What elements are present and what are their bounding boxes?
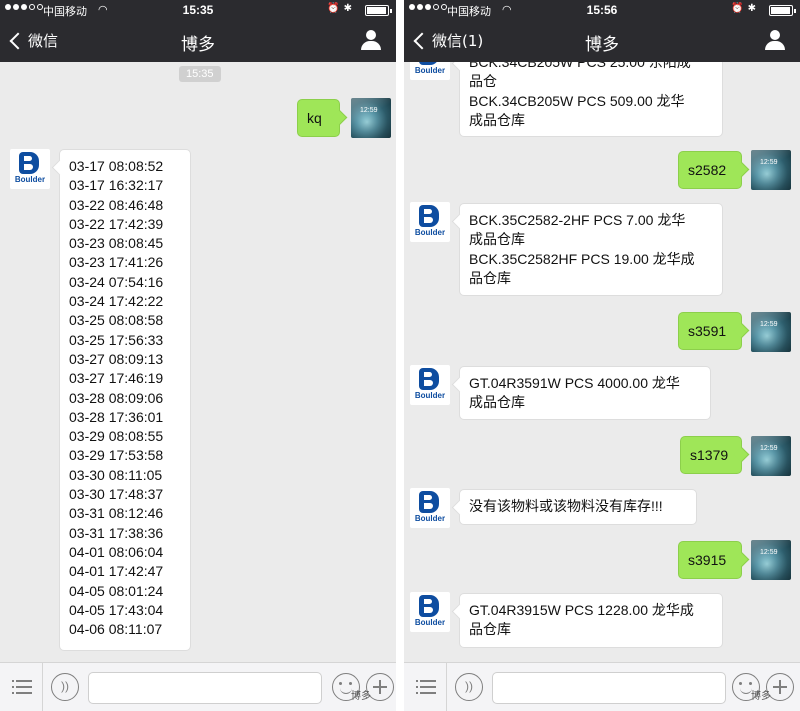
attendance-record: 03-27 17:46:19 — [69, 370, 164, 387]
message-input[interactable] — [88, 672, 322, 704]
bot-avatar[interactable]: Boulder — [410, 488, 450, 528]
received-bubble[interactable]: BCK.35C2582-2HF PCS 7.00 龙华 成品仓库 BCK.35C… — [459, 203, 723, 296]
contact-button[interactable] — [764, 29, 786, 51]
status-bar: 中国移动 ◠ 15:35 ⏰✱ — [0, 0, 396, 20]
my-avatar[interactable]: 12:59 — [751, 150, 791, 190]
alarm-bluetooth-icon: ⏰✱ — [731, 3, 760, 14]
attendance-record: 03-27 08:09:13 — [69, 350, 164, 367]
attendance-record: 03-23 08:08:45 — [69, 235, 164, 252]
menu-icon[interactable] — [416, 677, 438, 697]
my-avatar[interactable]: 12:59 — [351, 98, 391, 138]
contact-button[interactable] — [360, 29, 382, 51]
stock-line: 品仓库 — [469, 269, 511, 286]
boulder-logo-icon — [19, 152, 39, 174]
attendance-record: 03-25 17:56:33 — [69, 331, 164, 348]
attendance-record: 04-05 17:43:04 — [69, 601, 164, 618]
stock-line: BCK.35C2582HF PCS 19.00 龙华成 — [469, 250, 695, 267]
attendance-record: 03-24 17:42:22 — [69, 293, 164, 310]
stock-line: BCK.34CB205W PCS 509.00 龙华 — [469, 92, 685, 109]
attendance-record: 03-17 08:08:52 — [69, 158, 164, 174]
sent-bubble[interactable]: s1379 — [680, 436, 742, 474]
stock-line: 成品仓库 — [469, 394, 525, 411]
attendance-record: 04-01 08:06:04 — [69, 543, 164, 560]
boulder-logo-icon — [419, 205, 439, 227]
bot-avatar[interactable]: Boulder — [10, 149, 50, 189]
my-avatar[interactable]: 12:59 — [751, 540, 791, 580]
attendance-record: 03-17 16:32:17 — [69, 177, 164, 194]
right-chat-screen: 中国移动 ◠ 15:56 ⏰✱ 微信(1) 博多 Boulder BCK.34C… — [404, 0, 800, 711]
stock-line: GT.04R3915W PCS 1228.00 龙华成 — [469, 602, 694, 618]
attendance-record: 03-30 17:48:37 — [69, 486, 164, 503]
message-timestamp: 15:35 — [179, 66, 221, 82]
attendance-record: 03-28 17:36:01 — [69, 408, 164, 425]
attendance-record: 03-28 08:09:06 — [69, 389, 164, 406]
attendance-record: 03-24 07:54:16 — [69, 273, 164, 290]
watermark: 博多 — [751, 691, 771, 702]
stock-line: BCK.35C2582-2HF PCS 7.00 龙华 — [469, 212, 686, 228]
attendance-record: 03-31 17:38:36 — [69, 524, 164, 541]
stock-line: 成品仓库 — [469, 231, 525, 248]
received-bubble[interactable]: GT.04R3591W PCS 4000.00 龙华 成品仓库 — [459, 366, 711, 420]
sent-bubble[interactable]: s3915 — [678, 541, 742, 579]
battery-icon — [365, 5, 392, 16]
received-bubble[interactable]: 没有该物料或该物料没有库存!!! — [459, 489, 697, 525]
sent-bubble[interactable]: kq — [297, 99, 340, 137]
chat-title: 博多 — [181, 35, 215, 55]
boulder-logo-icon — [419, 491, 439, 513]
alarm-bluetooth-icon: ⏰✱ — [327, 3, 356, 14]
stock-line: GT.04R3591W PCS 4000.00 龙华 — [469, 375, 680, 391]
top-bar: 中国移动 ◠ 15:56 ⏰✱ 微信(1) 博多 — [404, 0, 800, 62]
stock-line: BCK.34CB205W PCS 25.00 东阳成 — [469, 62, 691, 70]
attendance-record: 04-05 08:01:24 — [69, 582, 164, 599]
received-bubble[interactable]: BCK.34CB205W PCS 25.00 东阳成 品仓 BCK.34CB20… — [459, 62, 723, 137]
stock-line: 没有该物料或该物料没有库存!!! — [469, 498, 663, 514]
bot-avatar[interactable]: Boulder — [410, 365, 450, 405]
person-icon — [366, 30, 376, 40]
attendance-record: 03-30 08:11:05 — [69, 466, 163, 483]
attendance-record: 03-25 08:08:58 — [69, 312, 164, 329]
received-bubble[interactable]: GT.04R3915W PCS 1228.00 龙华成 品仓库 — [459, 593, 723, 648]
attendance-record: 04-01 17:42:47 — [69, 563, 164, 580]
person-icon — [770, 30, 780, 40]
boulder-logo-icon — [419, 595, 439, 617]
my-avatar[interactable]: 12:59 — [751, 312, 791, 352]
message-list[interactable]: 15:35 kq 12:59 Boulder 03-17 08:08:52 03… — [0, 62, 396, 662]
input-bar: )) 博多 — [0, 662, 396, 711]
stock-line: 品仓 — [469, 73, 497, 90]
attendance-record: 03-22 17:42:39 — [69, 215, 164, 232]
divider — [446, 663, 447, 711]
top-bar: 中国移动 ◠ 15:35 ⏰✱ 微信 博多 — [0, 0, 396, 62]
boulder-logo-icon — [419, 62, 439, 65]
bot-avatar[interactable]: Boulder — [410, 592, 450, 632]
attendance-record: 03-22 08:46:48 — [69, 196, 164, 213]
attendance-record: 03-31 08:12:46 — [69, 505, 164, 522]
voice-icon[interactable]: )) — [51, 673, 79, 701]
watermark: 博多 — [351, 691, 371, 702]
menu-icon[interactable] — [12, 677, 34, 697]
stock-line: 成品仓库 — [469, 111, 525, 128]
my-avatar[interactable]: 12:59 — [751, 436, 791, 476]
attendance-record: 03-29 08:08:55 — [69, 428, 164, 445]
voice-icon[interactable]: )) — [455, 673, 483, 701]
status-bar: 中国移动 ◠ 15:56 ⏰✱ — [404, 0, 800, 20]
attendance-record: 04-06 08:11:07 — [69, 621, 163, 638]
bot-avatar[interactable]: Boulder — [410, 202, 450, 242]
attendance-record: 03-29 17:53:58 — [69, 447, 164, 464]
stock-line: 品仓库 — [469, 621, 511, 638]
nav-bar: 微信(1) 博多 — [404, 20, 800, 62]
left-chat-screen: 中国移动 ◠ 15:35 ⏰✱ 微信 博多 15:35 kq 12:59 Bou… — [0, 0, 396, 711]
battery-icon — [769, 5, 796, 16]
input-bar: )) 博多 — [404, 662, 800, 711]
received-bubble[interactable]: 03-17 08:08:52 03-17 16:32:17 03-22 08:4… — [59, 149, 191, 651]
nav-bar: 微信 博多 — [0, 20, 396, 62]
message-input[interactable] — [492, 672, 726, 704]
divider — [42, 663, 43, 711]
sent-bubble[interactable]: s3591 — [678, 312, 742, 350]
message-list[interactable]: Boulder BCK.34CB205W PCS 25.00 东阳成 品仓 BC… — [404, 62, 800, 662]
boulder-logo-icon — [419, 368, 439, 390]
bot-avatar[interactable]: Boulder — [410, 62, 450, 80]
chat-title: 博多 — [585, 35, 619, 55]
attendance-record: 03-23 17:41:26 — [69, 254, 164, 271]
sent-bubble[interactable]: s2582 — [678, 151, 742, 189]
